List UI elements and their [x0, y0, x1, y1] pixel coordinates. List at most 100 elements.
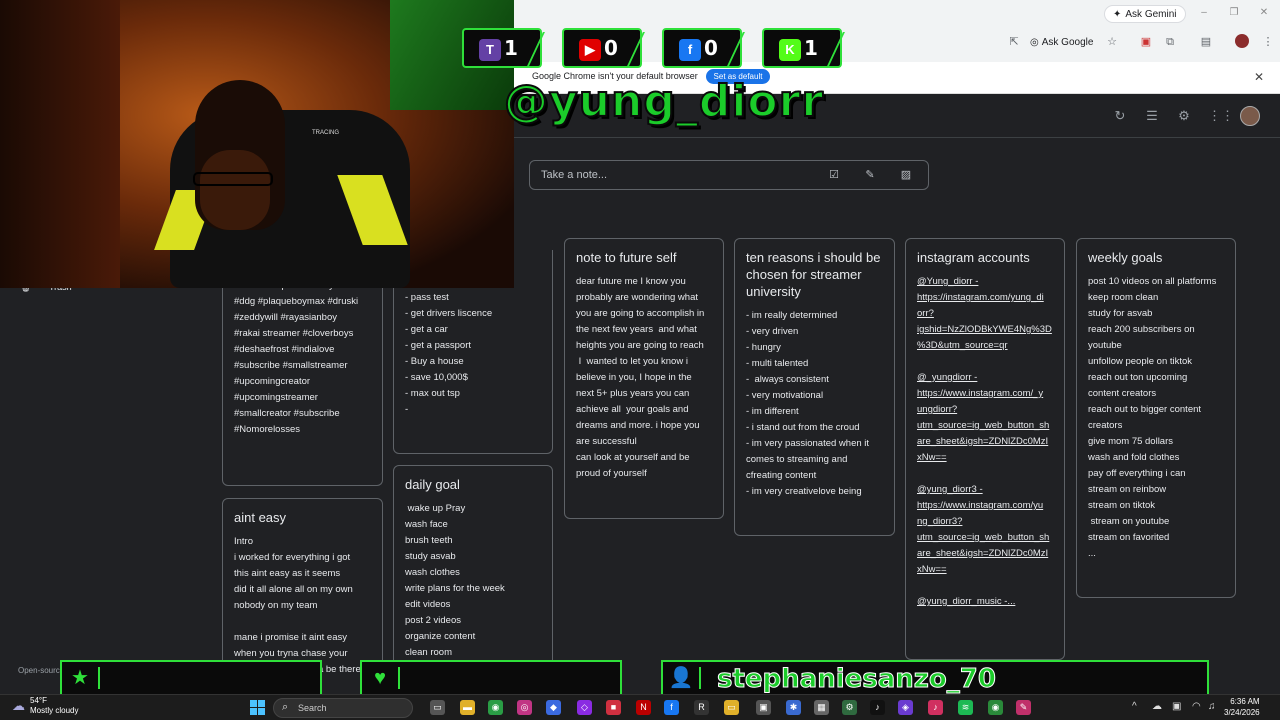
minimize-icon[interactable]: – [1194, 5, 1214, 21]
obs-icon[interactable]: ◉ [988, 700, 1003, 715]
note-line: write plans for the week [405, 583, 505, 594]
extension-icon[interactable]: ▣ [1138, 34, 1154, 50]
app-icon[interactable]: ✎ [1016, 700, 1031, 715]
tray-chevron-icon[interactable]: ^ [1132, 701, 1137, 712]
app-icon[interactable]: ▭ [724, 700, 739, 715]
instagram-icon[interactable]: ◎ [517, 700, 532, 715]
account-avatar[interactable] [1240, 106, 1260, 126]
spotify-icon[interactable]: ≋ [958, 700, 973, 715]
ask-google-button[interactable]: ◎ Ask Google [1030, 34, 1093, 50]
apps-grid-icon[interactable]: ⋮⋮ [1208, 108, 1234, 124]
note-ten-reasons[interactable]: ten reasons i should be chosen for strea… [734, 238, 895, 536]
note-line[interactable]: xNw== [917, 562, 1054, 578]
note-body: - im really determined - very driven - hun… [746, 308, 884, 500]
note-line: study asvab [405, 551, 456, 562]
note-future-self[interactable]: note to future self dear future me I kno… [564, 238, 724, 519]
cloud-icon: ☁ [12, 698, 25, 713]
app-icon[interactable]: ◈ [898, 700, 913, 715]
app-icon[interactable]: ◇ [577, 700, 592, 715]
note-line: dreams and more. i hope you [576, 420, 700, 431]
note-title: instagram accounts [917, 250, 1030, 265]
chrome-icon[interactable]: ◉ [488, 700, 503, 715]
weather-desc: Mostly cloudy [30, 706, 79, 715]
note-line[interactable]: utm_source=ig_web_button_sh [917, 530, 1054, 546]
webcam-feed: TRACING [0, 0, 514, 288]
note-line[interactable]: are_sheet&igsh=ZDNlZDc0MzI [917, 434, 1054, 450]
note-line: study for asvab [1088, 308, 1153, 319]
app-icon[interactable]: ■ [606, 700, 621, 715]
maximize-icon[interactable]: ❐ [1224, 5, 1244, 21]
profile-avatar[interactable] [1235, 34, 1249, 48]
windows-taskbar: ☁ 54°F Mostly cloudy ⌕ Search ▭ ▬ ◉ ◎ ◆ … [0, 694, 1280, 720]
file-explorer-icon[interactable]: ▬ [460, 700, 475, 715]
wifi-icon[interactable]: ◠ [1192, 701, 1201, 712]
list-view-icon[interactable]: ☰ [1144, 108, 1160, 124]
app-icon[interactable]: ⚙ [842, 700, 857, 715]
note-line: #subscribe #smallstreamer [234, 360, 348, 371]
note-line[interactable]: orr? [917, 306, 1054, 322]
note-line: - get a passport [405, 340, 472, 351]
note-line: did it all alone all on my own [234, 584, 353, 595]
app-icon[interactable]: ▣ [756, 700, 771, 715]
system-clock[interactable]: 6:36 AM 3/24/2026 [1224, 696, 1260, 718]
note-line[interactable]: ungdiorr? [917, 402, 1054, 418]
app-icon[interactable]: ▦ [814, 700, 829, 715]
note-line[interactable]: ng_diorr3? [917, 514, 1054, 530]
search-icon: ⌕ [282, 701, 289, 713]
note-line[interactable]: utm_source=ig_web_button_sh [917, 418, 1054, 434]
windows-start-icon[interactable] [250, 700, 265, 715]
extensions-puzzle-icon[interactable]: ⧉ [1162, 34, 1178, 50]
note-line: stream on youtube [1088, 516, 1170, 527]
menu-kebab-icon[interactable]: ⋮ [1260, 34, 1276, 50]
note-line[interactable]: igshid=NzZlODBkYWE4Ng%3D [917, 322, 1054, 338]
app-icon[interactable]: ✱ [786, 700, 801, 715]
image-icon[interactable]: ▨ [899, 168, 913, 182]
refresh-icon[interactable]: ↻ [1112, 108, 1128, 124]
note-line: stream on reinbow [1088, 484, 1167, 495]
note-line[interactable]: are_sheet&igsh=ZDNlZDc0MzI [917, 546, 1054, 562]
note-line[interactable]: https://www.instagram.com/yu [917, 498, 1054, 514]
cam-wall [0, 0, 120, 288]
note-line [917, 578, 1054, 594]
app-icon[interactable]: R [694, 700, 709, 715]
checkbox-icon[interactable]: ☑ [827, 168, 841, 182]
note-line: heights you are going to reach [576, 340, 704, 351]
app-icon[interactable]: ◆ [546, 700, 561, 715]
install-icon[interactable]: ⇱ [1006, 34, 1022, 50]
app-tray-icon[interactable]: ▣ [1172, 701, 1181, 712]
search-label: Search [298, 703, 327, 713]
note-line[interactable]: https://instagram.com/yung_di [917, 290, 1054, 306]
kick-icon: K [779, 39, 801, 61]
note-weekly-goals[interactable]: weekly goals post 10 videos on all platf… [1076, 238, 1236, 598]
bookmark-star-icon[interactable]: ☆ [1104, 34, 1120, 50]
netflix-icon[interactable]: N [636, 700, 651, 715]
task-view-icon[interactable]: ▭ [430, 700, 445, 715]
weather-widget[interactable]: ☁ 54°F Mostly cloudy [12, 696, 78, 716]
volume-icon[interactable]: ♫ [1208, 701, 1216, 712]
note-line: pay off everything i can [1088, 468, 1186, 479]
note-line[interactable]: %3D&utm_source=qr [917, 338, 1054, 354]
tiktok-icon[interactable]: ♪ [870, 700, 885, 715]
note-line[interactable]: https://www.instagram.com/_y [917, 386, 1054, 402]
glasses [193, 172, 273, 186]
note-body: @Yung_diorr - https://instagram.com/yung_… [917, 274, 1054, 610]
close-window-icon[interactable]: ✕ [1254, 5, 1274, 21]
note-line: I wanted to let you know i [576, 356, 688, 367]
note-instagram[interactable]: instagram accounts @Yung_diorr - https://… [905, 238, 1065, 660]
note-line: achieve all your goals and [576, 404, 689, 415]
cloud-sync-icon[interactable]: ☁ [1152, 701, 1162, 712]
tiktok-live-icon[interactable]: ♪ [928, 700, 943, 715]
ask-gemini-button[interactable]: ✦ Ask Gemini [1104, 5, 1186, 23]
settings-gear-icon[interactable]: ⚙ [1176, 108, 1192, 124]
follower-alert-bar: 👤 stephaniesanzo_70 [661, 660, 1209, 696]
note-line[interactable]: xNw== [917, 450, 1054, 466]
infobar-close-icon[interactable]: ✕ [1254, 70, 1264, 84]
reading-list-icon[interactable]: ▤ [1198, 34, 1214, 50]
note-line: post 2 videos [405, 615, 461, 626]
facebook-icon[interactable]: f [664, 700, 679, 715]
take-note-input[interactable]: Take a note... ☑ ✎ ▨ [529, 160, 929, 190]
taskbar-search[interactable]: ⌕ Search [273, 698, 413, 718]
note-line: - im different [746, 406, 799, 417]
pencil-icon[interactable]: ✎ [863, 168, 877, 182]
note-line: organize content [405, 631, 476, 642]
